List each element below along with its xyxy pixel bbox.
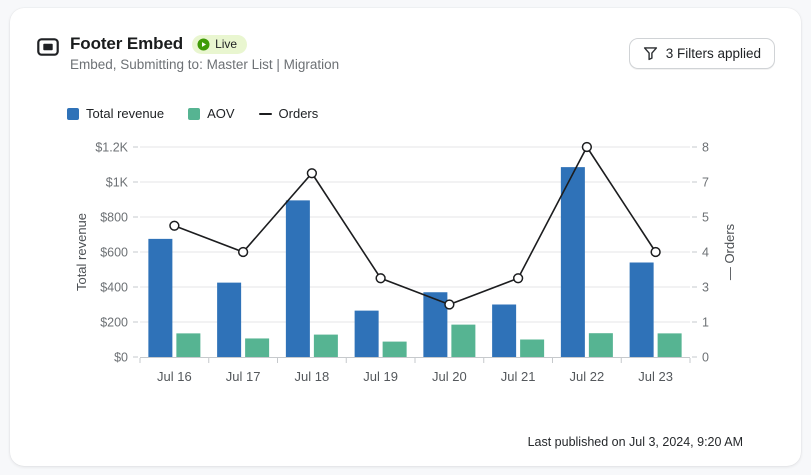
right-axis-tick-label: 3 (702, 281, 709, 295)
last-published-note: Last published on Jul 3, 2024, 9:20 AM (528, 435, 743, 449)
x-axis-category-label: Jul 19 (363, 369, 398, 384)
right-axis-title: — Orders (722, 223, 737, 280)
bar-total-revenue[interactable] (492, 305, 516, 358)
orders-point[interactable] (445, 300, 454, 309)
x-axis-category-label: Jul 23 (638, 369, 673, 384)
chart-legend: Total revenue AOV Orders (67, 106, 801, 121)
x-axis-category-label: Jul 22 (570, 369, 605, 384)
left-axis-tick-label: $0 (114, 351, 128, 365)
bar-total-revenue[interactable] (355, 311, 379, 357)
bar-aov[interactable] (451, 325, 475, 357)
x-axis-category-label: Jul 18 (295, 369, 330, 384)
bar-aov[interactable] (589, 333, 613, 357)
bar-aov[interactable] (245, 338, 269, 357)
x-axis-category-label: Jul 16 (157, 369, 192, 384)
orders-point[interactable] (170, 221, 179, 230)
right-axis-tick-label: 5 (702, 211, 709, 225)
bar-aov[interactable] (314, 335, 338, 357)
legend-swatch-total-revenue (67, 108, 79, 120)
left-axis-tick-label: $400 (100, 281, 128, 295)
subtitle: Embed, Submitting to: Master List | Migr… (70, 57, 339, 72)
status-badge-label: Live (215, 37, 237, 52)
left-axis-tick-label: $600 (100, 246, 128, 260)
bar-total-revenue[interactable] (561, 167, 585, 357)
legend-label: Orders (279, 106, 319, 121)
legend-item-aov[interactable]: AOV (188, 106, 234, 121)
bar-total-revenue[interactable] (217, 283, 241, 357)
left-axis-tick-label: $1K (106, 176, 129, 190)
filters-applied-label: 3 Filters applied (666, 46, 761, 61)
card-header: Footer Embed Live Embed, Submitting to: … (10, 8, 801, 72)
x-axis-category-label: Jul 20 (432, 369, 467, 384)
orders-point[interactable] (582, 143, 591, 152)
legend-label: AOV (207, 106, 234, 121)
bar-total-revenue[interactable] (148, 239, 172, 357)
legend-swatch-orders (259, 113, 272, 115)
left-axis-tick-label: $800 (100, 211, 128, 225)
right-axis-tick-label: 1 (702, 316, 709, 330)
page-title: Footer Embed (70, 34, 183, 54)
footer-embed-icon (37, 38, 59, 72)
right-axis-tick-label: 8 (702, 141, 709, 155)
legend-swatch-aov (188, 108, 200, 120)
bar-total-revenue[interactable] (630, 263, 654, 358)
status-badge: Live (192, 35, 247, 54)
x-axis-category-label: Jul 17 (226, 369, 261, 384)
filters-applied-button[interactable]: 3 Filters applied (629, 38, 775, 69)
orders-point[interactable] (376, 274, 385, 283)
bar-aov[interactable] (176, 333, 200, 357)
right-axis-tick-label: 7 (702, 176, 709, 190)
live-play-icon (197, 38, 210, 51)
x-axis-category-label: Jul 21 (501, 369, 536, 384)
orders-point[interactable] (514, 274, 523, 283)
orders-point[interactable] (239, 248, 248, 257)
left-axis-tick-label: $200 (100, 316, 128, 330)
bar-total-revenue[interactable] (286, 200, 310, 357)
legend-item-total-revenue[interactable]: Total revenue (67, 106, 164, 121)
orders-point[interactable] (651, 248, 660, 257)
combo-chart: $0 0 $200 1 $400 3 $600 4 $800 5 $1K 7 $1.2K 8 Jul 16 J… (40, 131, 756, 393)
orders-point[interactable] (307, 169, 316, 178)
bar-aov[interactable] (383, 342, 407, 357)
right-axis-tick-label: 4 (702, 246, 709, 260)
left-axis-title: Total revenue (74, 213, 89, 291)
bar-aov[interactable] (658, 333, 682, 357)
legend-label: Total revenue (86, 106, 164, 121)
right-axis-tick-label: 0 (702, 351, 709, 365)
analytics-card: Footer Embed Live Embed, Submitting to: … (10, 8, 801, 466)
bar-aov[interactable] (520, 340, 544, 358)
left-axis-tick-label: $1.2K (95, 141, 128, 155)
legend-item-orders[interactable]: Orders (259, 106, 319, 121)
filter-funnel-icon (643, 46, 658, 61)
